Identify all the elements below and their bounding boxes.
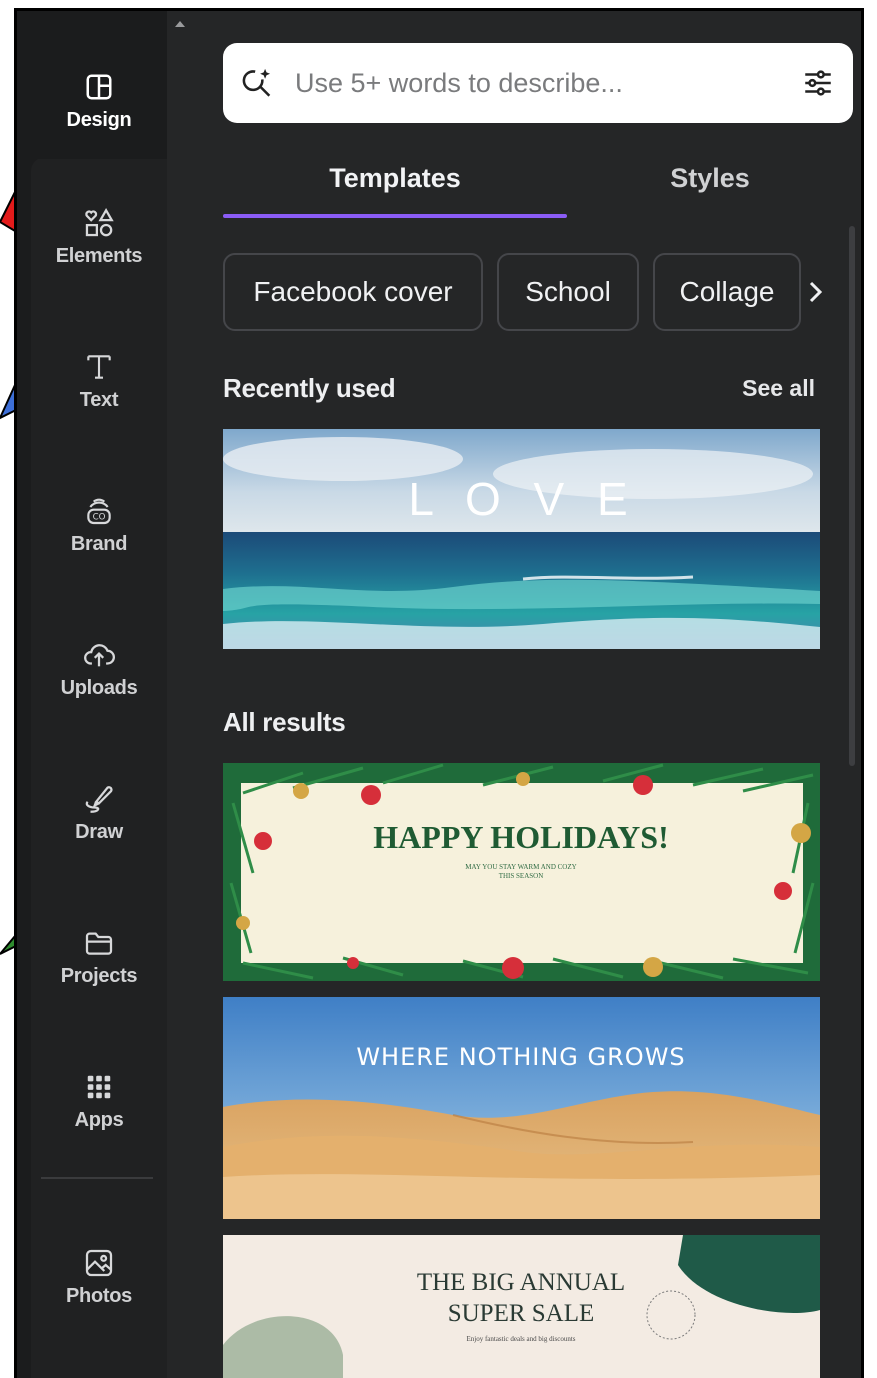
image-icon (81, 1245, 117, 1281)
folder-icon (81, 925, 117, 961)
holidays-subtitle-2: THIS SEASON (499, 872, 544, 880)
panel-scrollbar[interactable] (849, 226, 855, 766)
sidebar-item-design[interactable]: Design (31, 41, 167, 159)
see-all-link[interactable]: See all (742, 375, 815, 402)
panel-tabs: Templates Styles (223, 151, 853, 221)
chevron-right-icon (809, 281, 823, 303)
sidebar-item-label: Uploads (60, 676, 138, 699)
holidays-thumbnail-art: HAPPY HOLIDAYS! MAY YOU STAY WARM AND CO… (223, 763, 820, 981)
grid-icon (81, 1069, 117, 1105)
chip-facebook-cover[interactable]: Facebook cover (223, 253, 483, 331)
templates-panel: Templates Styles Facebook cover School C… (167, 11, 861, 1378)
sidebar-item-label: Projects (60, 964, 138, 987)
desert-thumbnail-art: WHERE NOTHING GROWS (223, 997, 820, 1219)
love-thumbnail-art: L O V E (223, 429, 820, 649)
sidebar-item-projects[interactable]: Projects (31, 901, 167, 1011)
sidebar-item-apps[interactable]: Apps (31, 1045, 167, 1155)
chip-label: Facebook cover (253, 276, 453, 307)
active-tab-indicator (223, 214, 567, 218)
sidebar-item-label: Draw (75, 820, 123, 843)
brand-icon: CO (81, 493, 117, 529)
love-text: L O V E (408, 473, 637, 525)
sidebar-item-brand[interactable]: CO Brand (31, 469, 167, 579)
chip-school[interactable]: School (497, 253, 639, 331)
search-bar[interactable] (223, 43, 853, 123)
sidebar-item-draw[interactable]: Draw (31, 757, 167, 867)
magic-search-icon (241, 66, 275, 100)
desert-title: WHERE NOTHING GROWS (356, 1043, 685, 1071)
tab-label: Styles (670, 163, 750, 193)
layout-icon (81, 69, 117, 105)
svg-text:CO: CO (93, 512, 106, 522)
sidebar-item-elements[interactable]: Elements (31, 181, 167, 291)
chip-label: Collage (679, 276, 775, 307)
search-input[interactable] (293, 66, 801, 100)
text-icon (81, 349, 117, 385)
sale-title-1: THE BIG ANNUAL (417, 1269, 625, 1296)
sidebar-item-text[interactable]: Text (31, 325, 167, 435)
all-results-heading: All results (223, 707, 346, 737)
shapes-icon (81, 205, 117, 241)
sidebar-item-photos[interactable]: Photos (31, 1221, 167, 1331)
chip-label: School (525, 276, 611, 307)
sale-title-2: SUPER SALE (448, 1300, 595, 1327)
tab-styles[interactable]: Styles (567, 151, 853, 221)
template-where-nothing-grows[interactable]: WHERE NOTHING GROWS (223, 997, 820, 1219)
template-big-annual-sale[interactable]: THE BIG ANNUAL SUPER SALE Enjoy fantasti… (223, 1235, 820, 1378)
template-happy-holidays[interactable]: HAPPY HOLIDAYS! MAY YOU STAY WARM AND CO… (223, 763, 820, 981)
holidays-subtitle-1: MAY YOU STAY WARM AND COZY (465, 863, 576, 871)
chips-next-button[interactable] (801, 253, 831, 331)
recent-template-love[interactable]: L O V E (223, 429, 820, 649)
side-rail: Design Elements Text CO Brand Uploads Dr… (17, 11, 167, 1378)
filter-icon[interactable] (801, 66, 835, 100)
pen-icon (81, 781, 117, 817)
sidebar-item-label: Design (66, 108, 132, 131)
recently-used-heading: Recently used (223, 373, 396, 403)
sidebar-item-label: Apps (74, 1108, 124, 1131)
sidebar-item-label: Text (79, 388, 119, 411)
sidebar-item-label: Photos (66, 1284, 132, 1307)
holidays-title: HAPPY HOLIDAYS! (373, 819, 668, 855)
canva-side-panel: Design Elements Text CO Brand Uploads Dr… (14, 8, 864, 1378)
category-chips: Facebook cover School Collage (223, 253, 861, 333)
chip-collage[interactable]: Collage (653, 253, 801, 331)
tab-templates[interactable]: Templates (223, 151, 567, 221)
sale-subtitle: Enjoy fantastic deals and big discounts (466, 1335, 575, 1343)
sale-thumbnail-art: THE BIG ANNUAL SUPER SALE Enjoy fantasti… (223, 1235, 820, 1378)
sidebar-item-label: Brand (70, 532, 128, 555)
sidebar-item-label: Elements (55, 244, 143, 267)
tab-label: Templates (329, 163, 461, 193)
rail-divider (41, 1177, 153, 1179)
sidebar-item-uploads[interactable]: Uploads (31, 613, 167, 723)
cloud-upload-icon (81, 637, 117, 673)
